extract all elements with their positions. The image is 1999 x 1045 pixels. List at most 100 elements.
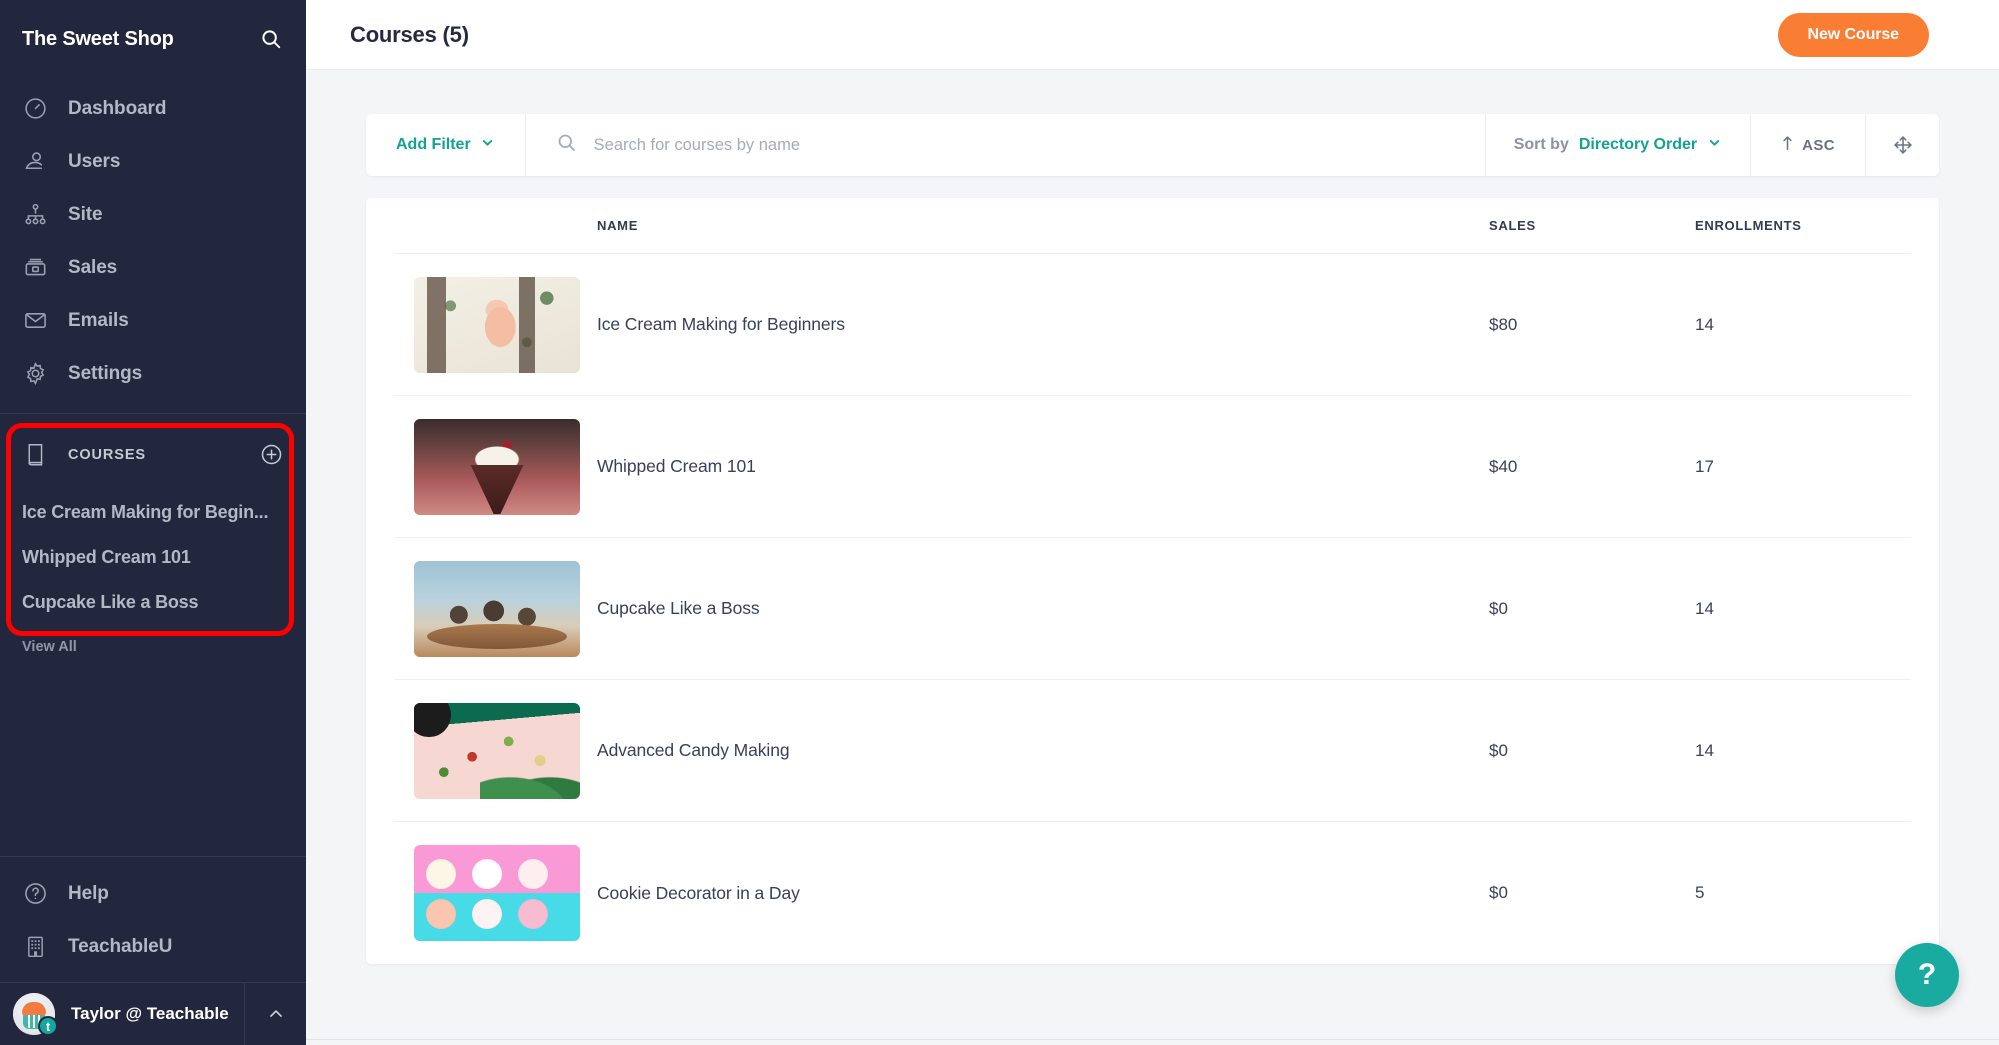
course-thumbnail — [414, 277, 580, 373]
brand-title: The Sweet Shop — [22, 28, 174, 51]
course-name: Advanced Candy Making — [597, 740, 1489, 761]
building-icon — [22, 933, 49, 960]
page-title: Courses (5) — [350, 22, 469, 48]
sidebar-item-emails[interactable]: Emails — [0, 294, 306, 347]
add-filter-button[interactable]: Add Filter — [366, 114, 526, 176]
course-enrollments: 14 — [1695, 599, 1911, 619]
sidebar-item-label: Sales — [68, 257, 117, 279]
sidebar-item-users[interactable]: Users — [0, 135, 306, 188]
sidebar-item-settings[interactable]: Settings — [0, 347, 306, 400]
account-bar: t Taylor @ Teachable — [0, 982, 306, 1045]
sidebar-header: The Sweet Shop — [0, 0, 306, 78]
course-enrollments: 14 — [1695, 741, 1911, 761]
column-header-enrollments: ENROLLMENTS — [1695, 218, 1911, 233]
account-button[interactable]: t Taylor @ Teachable — [0, 993, 244, 1035]
help-fab-button[interactable]: ? — [1895, 943, 1959, 1007]
table-row[interactable]: Advanced Candy Making $0 14 — [394, 680, 1911, 822]
sort-by-control[interactable]: Sort by Directory Order — [1485, 114, 1750, 176]
course-enrollments: 14 — [1695, 315, 1911, 335]
search-input[interactable] — [594, 136, 1485, 155]
course-sales: $0 — [1489, 741, 1695, 761]
course-name: Cupcake Like a Boss — [597, 598, 1489, 619]
course-name: Cookie Decorator in a Day — [597, 883, 1489, 904]
envelope-icon — [22, 307, 49, 334]
add-filter-label: Add Filter — [396, 136, 471, 154]
course-enrollments: 17 — [1695, 457, 1911, 477]
courses-section-header: COURSES — [0, 417, 306, 468]
sidebar-bottom-nav: Help TeachableU — [0, 857, 306, 973]
search-icon[interactable] — [258, 26, 284, 52]
sort-by-label: Sort by — [1514, 136, 1569, 154]
column-header-name: NAME — [597, 218, 1489, 233]
sidebar-item-label: Emails — [68, 310, 129, 332]
course-sales: $40 — [1489, 457, 1695, 477]
table-header-row: NAME SALES ENROLLMENTS — [394, 198, 1911, 254]
course-sales: $0 — [1489, 599, 1695, 619]
course-name: Whipped Cream 101 — [597, 456, 1489, 477]
sort-direction-label: ASC — [1802, 137, 1835, 154]
sidebar-nav: Dashboard Users — [0, 78, 306, 400]
sidebar-course-link[interactable]: Ice Cream Making for Begin... — [0, 502, 306, 523]
sidebar-item-label: Users — [68, 151, 120, 173]
sidebar-item-help[interactable]: Help — [0, 867, 306, 920]
question-circle-icon — [22, 880, 49, 907]
course-sales: $0 — [1489, 883, 1695, 903]
bottom-strip — [306, 1039, 1999, 1045]
avatar: t — [13, 993, 55, 1035]
sidebar-course-link[interactable]: Whipped Cream 101 — [0, 547, 306, 568]
sidebar-item-label: Dashboard — [68, 98, 166, 120]
users-icon — [22, 148, 49, 175]
course-thumbnail — [414, 845, 580, 941]
gauge-icon — [22, 95, 49, 122]
sidebar-item-label: TeachableU — [68, 936, 172, 958]
plus-circle-icon[interactable] — [258, 442, 284, 468]
sidebar: The Sweet Shop Dashboard — [0, 0, 306, 1045]
course-name: Ice Cream Making for Beginners — [597, 314, 1489, 335]
arrow-up-icon — [1781, 135, 1794, 155]
sidebar-item-label: Help — [68, 883, 109, 905]
courses-section-title: COURSES — [68, 447, 239, 463]
sort-direction-button[interactable]: ASC — [1750, 114, 1865, 176]
account-name: Taylor @ Teachable — [71, 1004, 229, 1024]
course-thumbnail — [414, 703, 580, 799]
sidebar-divider — [0, 413, 306, 414]
main-content: Courses (5) New Course Add Filter — [306, 0, 1999, 1045]
sidebar-item-site[interactable]: Site — [0, 188, 306, 241]
sort-by-value: Directory Order — [1579, 136, 1697, 154]
cash-drawer-icon — [22, 254, 49, 281]
gear-icon — [22, 360, 49, 387]
table-row[interactable]: Cookie Decorator in a Day $0 5 — [394, 822, 1911, 964]
move-arrows-icon[interactable] — [1865, 114, 1939, 176]
course-thumbnail — [414, 561, 580, 657]
sidebar-item-dashboard[interactable]: Dashboard — [0, 82, 306, 135]
new-course-button[interactable]: New Course — [1778, 13, 1929, 57]
sidebar-spacer — [0, 655, 306, 856]
content-area: Add Filter Sort — [306, 70, 1999, 1045]
chevron-down-icon — [480, 135, 495, 155]
course-thumbnail — [414, 419, 580, 515]
courses-table: NAME SALES ENROLLMENTS Ice Cream Making … — [366, 198, 1939, 964]
sidebar-item-label: Settings — [68, 363, 142, 385]
sidebar-item-sales[interactable]: Sales — [0, 241, 306, 294]
filter-toolbar: Add Filter Sort — [366, 114, 1939, 176]
sidebar-item-teachableu[interactable]: TeachableU — [0, 920, 306, 973]
book-icon — [22, 441, 49, 468]
table-row[interactable]: Whipped Cream 101 $40 17 — [394, 396, 1911, 538]
avatar-badge: t — [38, 1016, 58, 1036]
search-icon — [556, 132, 577, 158]
page-header: Courses (5) New Course — [306, 0, 1999, 70]
table-row[interactable]: Cupcake Like a Boss $0 14 — [394, 538, 1911, 680]
search-field[interactable] — [526, 114, 1485, 176]
sidebar-course-link[interactable]: Cupcake Like a Boss — [0, 592, 306, 613]
course-sales: $80 — [1489, 315, 1695, 335]
column-header-sales: SALES — [1489, 218, 1695, 233]
course-enrollments: 5 — [1695, 883, 1911, 903]
sitemap-icon — [22, 201, 49, 228]
chevron-down-icon — [1707, 135, 1722, 155]
view-all-courses-link[interactable]: View All — [0, 639, 306, 655]
app-root: The Sweet Shop Dashboard — [0, 0, 1999, 1045]
sidebar-courses-section: COURSES Ice Cream Making for Begin... Wh… — [0, 417, 306, 655]
sidebar-item-label: Site — [68, 204, 102, 226]
chevron-up-icon[interactable] — [244, 983, 306, 1045]
table-row[interactable]: Ice Cream Making for Beginners $80 14 — [394, 254, 1911, 396]
